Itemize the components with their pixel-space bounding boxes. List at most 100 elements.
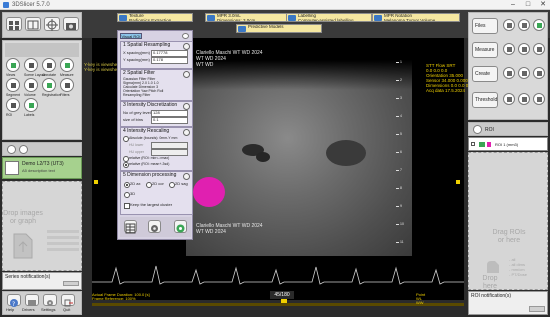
crosshair-button[interactable] xyxy=(44,17,60,31)
close-window-button[interactable]: ✕ xyxy=(536,0,550,10)
tool-label-0: Views xyxy=(6,73,16,77)
tool-button-4[interactable] xyxy=(6,78,20,92)
roi-settings-button[interactable] xyxy=(473,125,482,134)
tool-button-8[interactable] xyxy=(6,98,20,112)
settings-button[interactable] xyxy=(43,294,57,306)
tab-predictive-models[interactable]: Predictive Models xyxy=(236,24,322,33)
roi-marker[interactable] xyxy=(193,177,225,207)
quit-button[interactable] xyxy=(61,294,75,307)
bin-size-input[interactable]: 0.1 xyxy=(151,117,188,124)
right-tool-icon-2-0 xyxy=(507,71,512,76)
roi-drop-zone[interactable]: Drag ROIs or here Drop here - all - all … xyxy=(468,152,548,290)
module-button[interactable] xyxy=(6,17,22,31)
notifications-clear-button[interactable] xyxy=(63,281,79,286)
camera-icon xyxy=(66,23,76,30)
tab-labelling[interactable]: Labelling Computer-assisted labelling xyxy=(286,13,372,22)
left-footer: ? Help Drivers Settings Quit xyxy=(2,291,82,315)
hu-lower-label: HU lower xyxy=(129,143,144,147)
section-intensity-rescaling: 4 Intensity Rescaling Absolute (bounds):… xyxy=(120,127,193,171)
frame-info: Actual Frame Duration: 100.0 [s] Frame R… xyxy=(92,293,150,301)
right-tool-option-2-0[interactable] xyxy=(503,67,515,79)
tab-mpr[interactable]: MPR 3.0mL Dimensions: 3.0cm xyxy=(205,13,293,22)
tool-button-9[interactable] xyxy=(24,98,38,112)
hu-lower-input[interactable] xyxy=(151,142,188,149)
right-tool-option-2-1[interactable] xyxy=(518,67,530,79)
grey-levels-label: No of grey levels xyxy=(123,110,153,115)
roi-visible-checkbox[interactable] xyxy=(471,142,475,146)
x-spacing-input[interactable]: 0.17778 xyxy=(151,50,188,57)
depth-label-6: 7 xyxy=(400,168,402,172)
tool-button-3[interactable] xyxy=(60,58,74,72)
viewer-watermark: Clariello Maschi WT WD 2024 WT WD 2024 W… xyxy=(196,50,263,68)
drag-rois-text: Drag ROIs or here xyxy=(469,229,549,245)
visual-roi-tab[interactable]: Visual ROI xyxy=(120,33,142,39)
tool-button-0[interactable] xyxy=(6,58,20,72)
footer-drivers-label: Drivers xyxy=(22,307,35,312)
tool-button-5[interactable] xyxy=(24,78,38,92)
right-tool-option-3-1[interactable] xyxy=(518,93,530,105)
section-2-toggle[interactable] xyxy=(183,71,190,78)
y-spacing-input[interactable]: 0.178 xyxy=(151,57,188,64)
drop-roi-icon xyxy=(487,261,499,273)
section-4-toggle[interactable] xyxy=(183,129,190,136)
layout-button[interactable] xyxy=(25,17,41,31)
tab-predictive-label: Predictive Models xyxy=(248,24,284,29)
processing-settings-button[interactable] xyxy=(148,220,161,233)
right-tool-option-1-2[interactable] xyxy=(533,43,545,55)
section-1-toggle[interactable] xyxy=(183,43,190,50)
tool-button-1[interactable] xyxy=(24,58,38,72)
run-button[interactable] xyxy=(174,220,187,233)
help-button[interactable]: ? xyxy=(7,294,21,308)
x-spacing-label: X spacing(mm) xyxy=(123,50,150,55)
section-3-toggle[interactable] xyxy=(183,103,190,110)
tool-icon-2 xyxy=(47,63,52,68)
tool-button-2[interactable] xyxy=(42,58,56,72)
table-button[interactable] xyxy=(124,220,137,234)
section-5-title: 5 Dimension processing xyxy=(123,172,177,178)
panel-close-button[interactable] xyxy=(182,33,189,39)
roi-notifications-box: ROI notification(s) xyxy=(468,291,548,315)
right-tool-icon-1-2 xyxy=(537,47,542,52)
screenshot-button[interactable] xyxy=(63,17,79,31)
roi-item-label: ROI 1 (mm3) xyxy=(495,142,519,147)
tool-button-7[interactable] xyxy=(60,78,74,92)
right-tool-option-3-2[interactable] xyxy=(533,93,545,105)
right-tool-label-2: Create xyxy=(475,71,491,77)
series-notifications-box: Series notification(s) xyxy=(2,272,82,290)
section-5-toggle[interactable] xyxy=(183,173,190,180)
tool-label-4: Segment xyxy=(6,93,21,97)
series-item[interactable]: Demo L2/T3 (UT3) A5 description text xyxy=(2,157,82,179)
tool-label-3: Measure xyxy=(60,73,74,77)
right-tool-option-0-2[interactable] xyxy=(533,19,545,31)
right-tool-option-3-0[interactable] xyxy=(503,93,515,105)
depth-tick-3 xyxy=(396,116,399,117)
right-tool-option-2-2[interactable] xyxy=(533,67,545,79)
right-tool-option-1-1[interactable] xyxy=(518,43,530,55)
series-add-button[interactable] xyxy=(19,145,28,154)
right-tool-option-0-1[interactable] xyxy=(518,19,530,31)
roi-list-item[interactable]: ROI 1 (mm3) xyxy=(468,137,548,151)
texture-icon xyxy=(119,15,127,21)
right-tool-option-0-0[interactable] xyxy=(503,19,515,31)
tab-mpr-label: MPR 3.0mL Dimensions: 3.0cm xyxy=(217,13,256,22)
minimize-button[interactable]: – xyxy=(506,0,520,10)
section-4-title: 4 Intensity Rescaling xyxy=(123,128,170,134)
drivers-button[interactable] xyxy=(25,294,39,306)
timeline-bar[interactable] xyxy=(92,303,464,306)
footer-help-label: Help xyxy=(6,307,15,312)
drop-images-text: Drop images or graph xyxy=(3,210,43,225)
tab-mpr-notation[interactable]: MPR Notation Melanoma Tumor Volume xyxy=(372,13,460,22)
tool-label-7: Filters xyxy=(60,93,70,97)
tab-texture[interactable]: Texture Radiomics Extraction xyxy=(117,13,193,22)
tab-labelling-label: Labelling Computer-assisted labelling xyxy=(298,13,354,22)
right-tool-option-1-0[interactable] xyxy=(503,43,515,55)
grey-levels-input[interactable]: 128 xyxy=(151,110,188,117)
section-dimension-processing: 5 Dimension processing 2D ax 2D cor 2D s… xyxy=(120,171,193,215)
drop-here-text: Drop here xyxy=(482,275,498,290)
roi-notifications-clear-button[interactable] xyxy=(529,306,545,312)
maximize-button[interactable]: □ xyxy=(521,0,535,10)
series-drop-zone[interactable]: Drop images or graph xyxy=(2,181,82,271)
tool-button-6[interactable] xyxy=(42,78,56,92)
series-folder-button[interactable] xyxy=(7,145,16,154)
depth-tick-2 xyxy=(396,98,399,99)
